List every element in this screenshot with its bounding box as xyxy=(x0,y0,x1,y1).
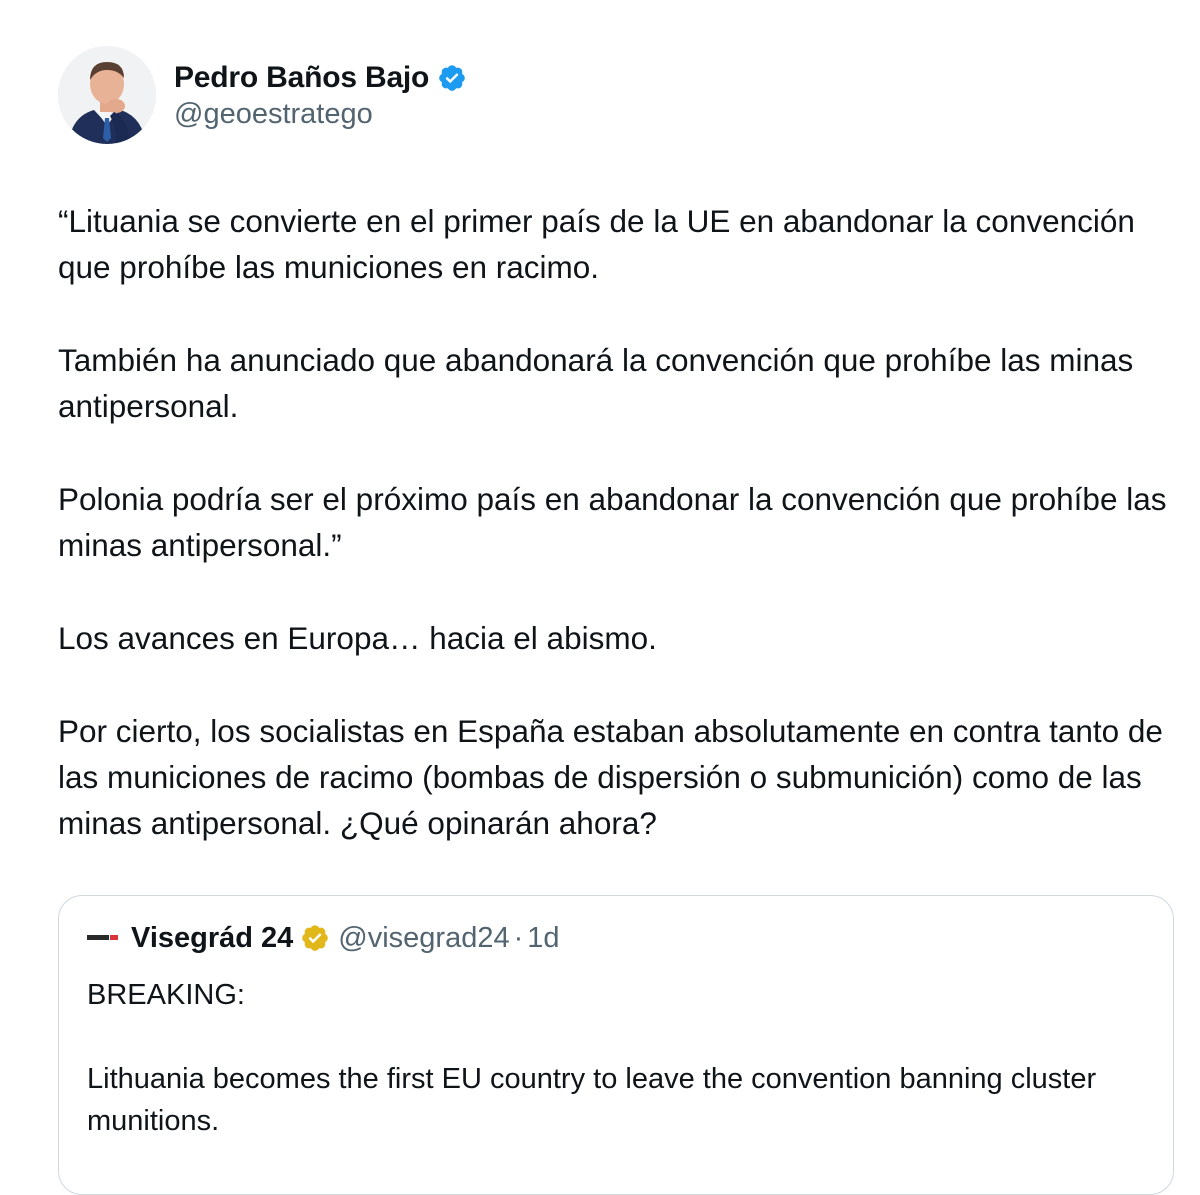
quoted-paragraph: BREAKING: xyxy=(87,979,245,1011)
avatar-image xyxy=(58,46,156,144)
gold-verified-badge-icon xyxy=(302,925,329,951)
tweet: Pedro Baños Bajo @geoestratego “Lituania… xyxy=(0,0,1200,1195)
quoted-author-name[interactable]: Visegrád 24 xyxy=(131,922,293,955)
quoted-tweet[interactable]: Visegrád 24 @visegrad24 · 1d BREAKING: L… xyxy=(58,895,1174,1195)
quoted-paragraph: Lithuania becomes the first EU country t… xyxy=(87,1063,1097,1137)
quoted-tweet-header: Visegrád 24 @visegrad24 · 1d xyxy=(87,918,560,958)
author-name-row: Pedro Baños Bajo xyxy=(174,58,467,98)
tweet-paragraph: Los avances en Europa… hacia el abismo. xyxy=(58,620,657,656)
author-avatar[interactable] xyxy=(58,46,156,144)
verified-badge-icon[interactable] xyxy=(437,63,467,93)
tweet-paragraph: Por cierto, los socialistas en España es… xyxy=(58,713,1163,841)
author-name[interactable]: Pedro Baños Bajo xyxy=(174,61,429,95)
tweet-paragraph: Polonia podría ser el próximo país en ab… xyxy=(58,481,1167,563)
tweet-text: “Lituania se convierte en el primer país… xyxy=(58,198,1168,846)
quoted-separator: · xyxy=(513,921,524,954)
tweet-paragraph: También ha anunciado que abandonará la c… xyxy=(58,342,1134,424)
author-handle[interactable]: @geoestratego xyxy=(174,98,373,131)
visegrad-logo-icon xyxy=(87,935,118,940)
quoted-timestamp[interactable]: 1d xyxy=(527,922,559,955)
quoted-author-handle[interactable]: @visegrad24 xyxy=(338,922,509,955)
tweet-paragraph: “Lituania se convierte en el primer país… xyxy=(58,203,1135,285)
quoted-tweet-text: BREAKING: Lithuania becomes the first EU… xyxy=(87,974,1137,1184)
